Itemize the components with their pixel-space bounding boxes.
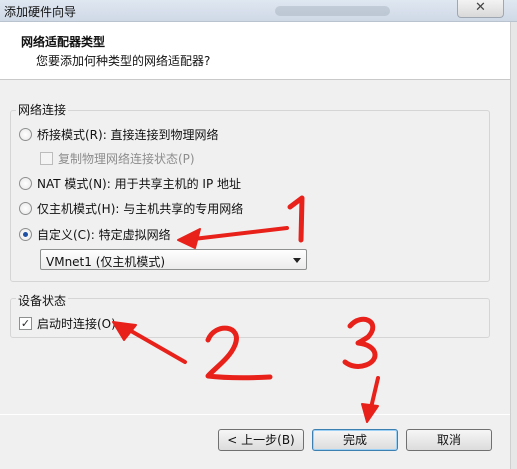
chevron-down-icon[interactable] [293,258,301,263]
radio-host-only[interactable]: 仅主机模式(H): 与主机共享的专用网络 [19,200,243,216]
finish-button[interactable]: 完成 [312,429,398,451]
window-right-edge [510,22,517,469]
footer-separator [0,414,517,415]
radio-host-only-button[interactable] [19,201,32,215]
checkbox-connect-on-start-label: 启动时连接(O) [37,316,116,331]
annotation-arrow-3 [368,376,380,414]
title-bar: 添加硬件向导 ✕ [0,0,517,22]
radio-custom-label: 自定义(C): 特定虚拟网络 [37,227,171,242]
wizard-header: 网络适配器类型 您要添加何种类型的网络适配器? [0,22,517,80]
radio-bridged-button[interactable] [19,127,32,141]
radio-bridged[interactable]: 桥接模式(R): 直接连接到物理网络 [19,126,219,142]
annotation-arrowhead-3 [361,403,379,423]
radio-custom-button[interactable] [19,227,32,241]
radio-nat-button[interactable] [19,176,32,190]
page-title: 网络适配器类型 [21,35,106,49]
virtual-network-select-value: VMnet1 (仅主机模式) [46,255,166,269]
virtual-network-select[interactable]: VMnet1 (仅主机模式) [40,249,307,270]
page-subtitle: 您要添加何种类型的网络适配器? [36,54,211,68]
window-title: 添加硬件向导 [4,5,77,19]
radio-nat-label: NAT 模式(N): 用于共享主机的 IP 地址 [37,176,242,191]
blurred-title-region [275,6,390,16]
checkbox-replicate-state[interactable]: 复制物理网络连接状态(P) [40,150,195,166]
radio-bridged-label: 桥接模式(R): 直接连接到物理网络 [37,127,219,142]
radio-nat[interactable]: NAT 模式(N): 用于共享主机的 IP 地址 [19,175,241,191]
radio-custom[interactable]: 自定义(C): 特定虚拟网络 [19,226,171,242]
close-button[interactable]: ✕ [457,0,504,18]
checkbox-replicate-state-label: 复制物理网络连接状态(P) [58,151,195,166]
radio-host-only-label: 仅主机模式(H): 与主机共享的专用网络 [37,201,244,216]
checkbox-connect-on-start[interactable]: ✓ 启动时连接(O) [19,315,116,331]
back-button[interactable]: < 上一步(B) [218,429,304,451]
device-status-group-label: 设备状态 [16,292,69,309]
cancel-button[interactable]: 取消 [406,429,492,451]
add-hardware-wizard-window: 添加硬件向导 ✕ 网络适配器类型 您要添加何种类型的网络适配器? 网络连接 桥接… [0,0,517,469]
checkbox-connect-on-start-box[interactable]: ✓ [19,316,32,330]
network-connection-group-label: 网络连接 [16,101,69,118]
checkbox-replicate-state-box[interactable] [40,151,53,165]
